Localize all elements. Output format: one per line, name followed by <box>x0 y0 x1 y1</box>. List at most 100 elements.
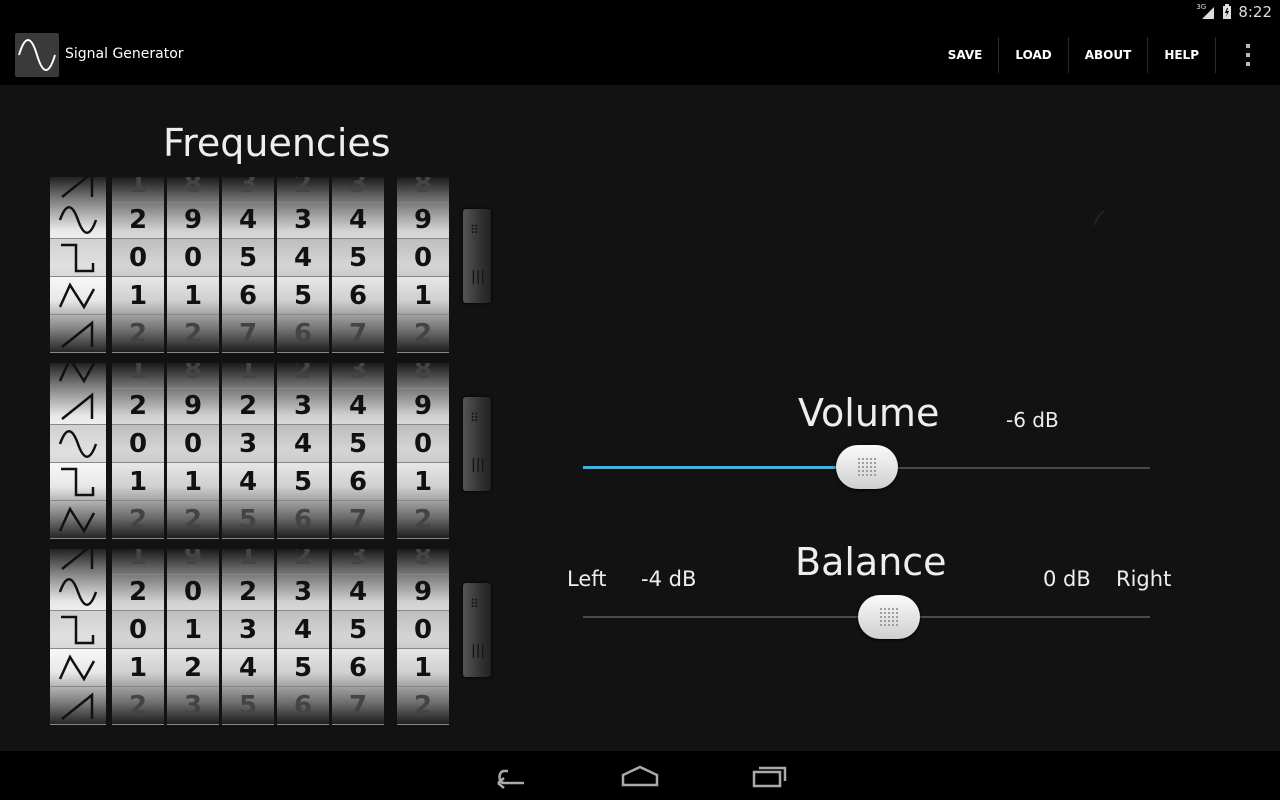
digit: 3 <box>332 363 384 389</box>
recent-apps-icon[interactable] <box>750 763 788 789</box>
grip-bars-icon: ||| <box>471 457 486 473</box>
digit-wheel-2[interactable]: 90123 <box>167 549 219 725</box>
sawtooth-wave-icon <box>50 315 106 353</box>
save-button[interactable]: SAVE <box>932 37 999 73</box>
volume-thumb[interactable] <box>835 445 898 489</box>
digit: 1 <box>112 277 164 315</box>
channel-2-wheels: 120128901212345234563456789012 <box>0 363 460 539</box>
triangle-wave-icon <box>50 649 106 687</box>
waveform-wheel[interactable] <box>50 549 106 725</box>
digit: 8 <box>397 363 449 389</box>
digit-wheel-4[interactable]: 23456 <box>277 363 329 539</box>
digit: 1 <box>112 463 164 501</box>
digit: 4 <box>277 239 329 277</box>
digit: 1 <box>397 649 449 687</box>
digit: 0 <box>112 239 164 277</box>
digit: 2 <box>167 315 219 353</box>
digit-wheel-2[interactable]: 89012 <box>167 177 219 353</box>
digit: 4 <box>332 573 384 611</box>
digit: 0 <box>112 425 164 463</box>
app-title: Signal Generator <box>65 46 184 62</box>
digit: 4 <box>332 201 384 239</box>
sawtooth-wave-icon <box>50 687 106 725</box>
digit: 1 <box>167 463 219 501</box>
digit: 1 <box>112 549 164 575</box>
channel-1-switch[interactable]: ⠿ ||| <box>463 209 491 303</box>
channel-3-wheels: 120129012312345234563456789012 <box>0 549 460 725</box>
digit: 0 <box>397 425 449 463</box>
digit: 2 <box>397 315 449 353</box>
home-icon[interactable] <box>620 763 660 789</box>
digit-wheel-6[interactable]: 89012 <box>397 549 449 725</box>
battery-icon <box>1223 4 1232 19</box>
sine-wave-icon[interactable] <box>15 33 59 77</box>
digit: 7 <box>222 315 274 353</box>
digit-wheel-3[interactable]: 12345 <box>222 363 274 539</box>
digit-wheel-1[interactable]: 12012 <box>112 549 164 725</box>
triangle-wave-icon <box>50 277 106 315</box>
digit-wheel-5[interactable]: 34567 <box>332 363 384 539</box>
digit-wheel-4[interactable]: 23456 <box>277 177 329 353</box>
digit: 1 <box>397 277 449 315</box>
overflow-menu-icon[interactable] <box>1215 37 1280 73</box>
digit: 3 <box>277 387 329 425</box>
digit-wheel-3[interactable]: 34567 <box>222 177 274 353</box>
digit: 2 <box>222 387 274 425</box>
triangle-wave-icon <box>50 501 106 539</box>
digit-wheel-5[interactable]: 34567 <box>332 177 384 353</box>
grip-dots-icon: ⠿ <box>470 223 479 237</box>
sawtooth-wave-icon <box>50 177 106 203</box>
digit: 4 <box>277 611 329 649</box>
square-wave-icon <box>50 611 106 649</box>
digit: 0 <box>397 239 449 277</box>
digit-wheel-6[interactable]: 89012 <box>397 363 449 539</box>
digit-wheel-2[interactable]: 89012 <box>167 363 219 539</box>
digit-wheel-3[interactable]: 12345 <box>222 549 274 725</box>
digit-wheel-6[interactable]: 89012 <box>397 177 449 353</box>
back-icon[interactable] <box>494 763 530 789</box>
signal-icon: 3G <box>1196 3 1216 20</box>
grip-dots-icon: ⠿ <box>470 597 479 611</box>
digit: 3 <box>277 573 329 611</box>
status-icons: 3G 8:22 <box>1196 3 1272 21</box>
digit-wheel-1[interactable]: 12012 <box>112 363 164 539</box>
action-bar: Signal Generator SAVE LOAD ABOUT HELP <box>0 25 1280 85</box>
digit-wheel-5[interactable]: 34567 <box>332 549 384 725</box>
about-button[interactable]: ABOUT <box>1067 37 1148 73</box>
load-button[interactable]: LOAD <box>998 37 1067 73</box>
digit-wheel-1[interactable]: 12012 <box>112 177 164 353</box>
digit: 2 <box>112 573 164 611</box>
digit: 9 <box>167 549 219 575</box>
digit: 2 <box>397 501 449 539</box>
digit: 2 <box>397 687 449 725</box>
channel-3-switch[interactable]: ⠿ ||| <box>463 583 491 677</box>
digit: 8 <box>167 177 219 203</box>
waveform-wheel[interactable] <box>50 363 106 539</box>
digit: 6 <box>277 687 329 725</box>
digit: 3 <box>277 201 329 239</box>
help-button[interactable]: HELP <box>1147 37 1215 73</box>
channel-2-switch[interactable]: ⠿ ||| <box>463 397 491 491</box>
digit: 9 <box>167 201 219 239</box>
digit: 7 <box>332 501 384 539</box>
digit: 2 <box>167 649 219 687</box>
digit: 4 <box>222 463 274 501</box>
digit: 3 <box>222 425 274 463</box>
pointer-icon <box>1093 210 1105 226</box>
sawtooth-wave-icon <box>50 549 106 575</box>
digit: 3 <box>332 549 384 575</box>
balance-right-label: Right <box>1116 567 1172 591</box>
digit: 3 <box>167 687 219 725</box>
digit: 6 <box>332 277 384 315</box>
digit: 5 <box>277 649 329 687</box>
balance-thumb[interactable] <box>858 595 921 639</box>
digit: 4 <box>332 387 384 425</box>
balance-label: Balance <box>795 540 947 584</box>
sine-wave-icon <box>50 425 106 463</box>
digit: 0 <box>167 425 219 463</box>
waveform-wheel[interactable] <box>50 177 106 353</box>
digit: 5 <box>332 611 384 649</box>
digit: 0 <box>112 611 164 649</box>
digit: 5 <box>222 687 274 725</box>
digit-wheel-4[interactable]: 23456 <box>277 549 329 725</box>
